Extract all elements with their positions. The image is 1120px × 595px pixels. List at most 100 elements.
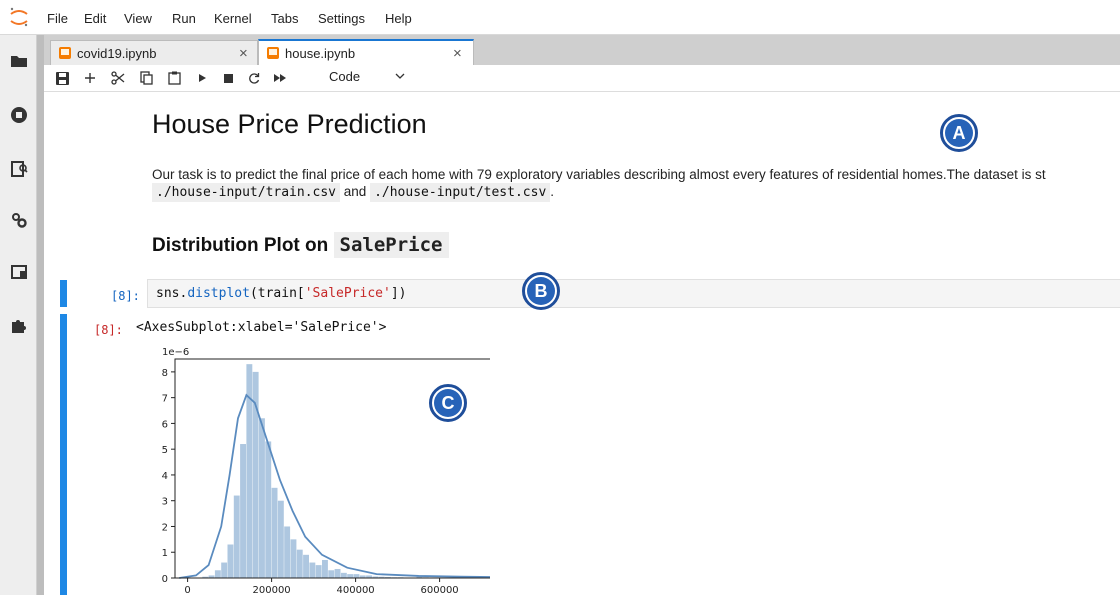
running-icon[interactable] [9,105,29,125]
menu-view[interactable]: View [124,11,152,26]
histogram-bar [353,574,360,578]
copy-icon[interactable] [136,69,156,87]
close-icon[interactable]: × [453,45,462,62]
stop-icon[interactable] [218,69,238,87]
extension-icon[interactable] [9,315,29,335]
histogram-bar [284,526,291,578]
histogram-bar [322,559,328,578]
annotation-badge-b: B [522,272,560,310]
output-collapser[interactable] [60,314,67,595]
y-tick-label: 5 [162,445,168,456]
left-sidebar [0,35,37,595]
badge-letter: C [434,389,462,417]
histogram-bar [240,444,246,578]
jupyter-logo-icon [10,7,28,27]
distribution-plot: 01234567802000004000006000008000001e−6 [162,347,490,595]
histogram-bar [271,487,278,578]
fast-forward-icon[interactable] [270,69,290,87]
tab-bar: covid19.ipynb × house.ipynb × [44,35,1120,65]
property-inspector-icon[interactable] [9,210,29,230]
menu-settings[interactable]: Settings [318,11,365,26]
tab-covid19[interactable]: covid19.ipynb × [50,40,258,65]
period-text: . [550,184,555,199]
subheading-text: Distribution Plot on [152,235,329,256]
annotation-badge-c: C [429,384,467,422]
menu-bar: File Edit View Run Kernel Tabs Settings … [0,0,1120,35]
output-prompt: [8]: [94,323,123,337]
histogram-bar [214,570,221,578]
y-tick-label: 6 [162,419,168,430]
chevron-down-icon[interactable] [394,70,406,82]
histogram-bar [334,568,341,578]
annotation-badge-a: A [940,114,978,152]
histogram-bar [265,441,272,578]
y-offset-label: 1e−6 [162,347,189,358]
add-icon[interactable] [80,69,100,87]
tab-label: covid19.ipynb [77,46,157,61]
menu-file[interactable]: File [47,11,68,26]
menu-edit[interactable]: Edit [84,11,106,26]
active-cell-indicator[interactable] [60,280,67,307]
inline-code-test-path: ./house-input/test.csv [370,183,551,202]
menu-run[interactable]: Run [172,11,196,26]
histogram-bar [328,570,335,578]
tab-house[interactable]: house.ipynb × [258,39,474,65]
kde-curve [179,393,490,579]
markdown-subheading: Distribution Plot on SalePrice [152,232,449,258]
histogram-bar [221,562,228,578]
badge-letter: A [945,119,973,147]
cut-icon[interactable] [108,69,128,87]
paste-icon[interactable] [164,69,184,87]
subheading-code: SalePrice [333,232,449,258]
x-tick-label: 400000 [337,585,375,595]
badge-letter: B [527,277,555,305]
code-token: sns. [156,286,188,301]
y-tick-label: 8 [162,368,168,379]
sidebar-divider [37,35,44,595]
save-icon[interactable] [52,69,72,87]
notebook-toolbar: Code [44,65,1120,92]
y-tick-label: 0 [162,574,168,585]
inline-code-train-path: ./house-input/train.csv [152,183,341,202]
histogram-bar [227,544,234,578]
histogram-bar [259,418,265,578]
code-string: 'SalePrice' [304,286,391,301]
markdown-paragraph-line: Our task is to predict the final price o… [152,167,1046,182]
code-editor[interactable]: sns.distplot(train['SalePrice']) [147,279,1120,308]
histogram-bar [233,495,240,578]
menu-help[interactable]: Help [385,11,412,26]
folder-icon[interactable] [9,51,29,71]
histogram-bar [309,562,316,578]
notebook-icon [59,47,71,59]
histogram-bar [347,574,354,578]
x-tick-label: 600000 [421,585,459,595]
restart-icon[interactable] [244,69,264,87]
histogram-bar [290,539,297,578]
x-tick-label: 0 [184,585,190,595]
histogram-bar [296,549,303,578]
conjunction-text: and [343,184,367,199]
input-prompt: [8]: [111,289,140,303]
histogram-bar [340,572,347,578]
histogram-bar [303,554,309,578]
commands-icon[interactable] [9,159,29,179]
y-tick-label: 7 [162,394,168,405]
jupyterlab-window: File Edit View Run Kernel Tabs Settings … [0,0,1120,595]
menu-tabs[interactable]: Tabs [271,11,298,26]
y-tick-label: 1 [162,548,168,559]
markdown-paragraph-paths: ./house-input/train.csv and ./house-inpu… [152,183,555,202]
code-line: sns.distplot(train['SalePrice']) [156,286,406,301]
code-token: (train[ [249,286,305,301]
cell-type-select[interactable]: Code [329,69,360,84]
x-tick-label: 200000 [253,585,291,595]
close-icon[interactable]: × [239,45,248,62]
tabs-icon[interactable] [9,262,29,282]
code-token: ]) [390,286,407,301]
notebook-panel: House Price Prediction Our task is to pr… [44,92,1120,595]
menu-kernel[interactable]: Kernel [214,11,252,26]
y-tick-label: 3 [162,497,168,508]
code-function: distplot [187,286,250,301]
markdown-heading: House Price Prediction [152,109,427,139]
output-text: <AxesSubplot:xlabel='SalePrice'> [136,320,387,335]
run-icon[interactable] [192,69,212,87]
